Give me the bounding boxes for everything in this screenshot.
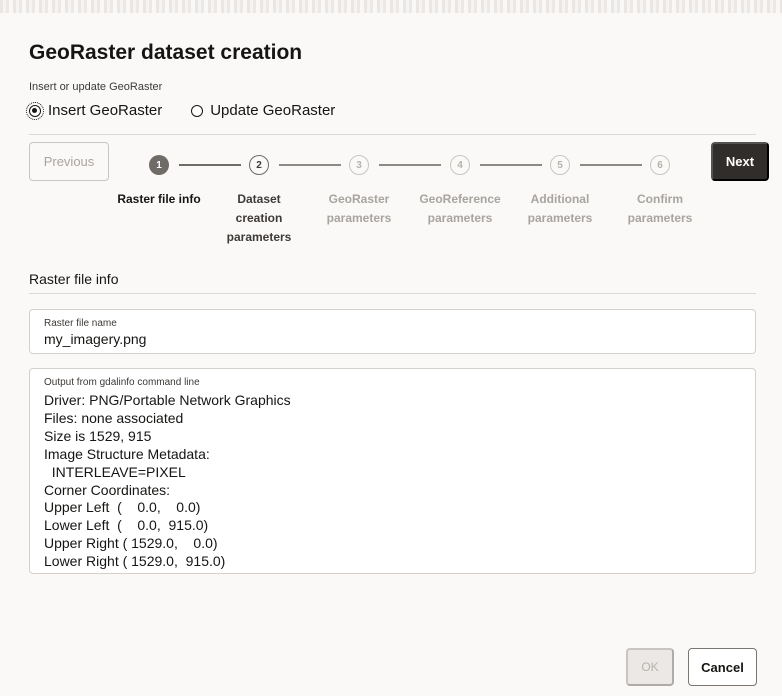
- output-line: Lower Left ( 0.0, 915.0): [44, 517, 209, 534]
- next-button[interactable]: Next: [711, 142, 769, 181]
- output-line: Corner Coordinates:: [44, 481, 171, 498]
- step-4-circle: 4: [450, 155, 470, 175]
- output-line: Lower Right ( 1529.0, 915.0): [44, 553, 226, 570]
- dialog-top-edge: [0, 0, 782, 17]
- step-connector: [379, 164, 441, 166]
- output-line: Driver: PNG/Portable Network Graphics: [44, 392, 291, 408]
- step-5-label: Additional parameters: [527, 192, 593, 225]
- step-2-label[interactable]: Dataset creation parameters: [209, 190, 309, 247]
- output-line: Files: none associated: [44, 409, 184, 426]
- gdalinfo-output-label: Output from gdalinfo command line: [44, 377, 200, 388]
- step-connector: [279, 164, 341, 166]
- cancel-button[interactable]: Cancel: [688, 648, 757, 686]
- step-connector: [480, 164, 542, 166]
- output-line: Size is 1529, 915: [44, 427, 152, 444]
- step-3-label: GeoRaster parameters: [326, 192, 392, 225]
- wizard-train: 1 2 3 4 5 6 Raster file info Dataset cre…: [0, 155, 782, 255]
- output-line: Upper Right ( 1529.0, 0.0): [44, 535, 218, 552]
- step-6-label: Confirm parameters: [627, 192, 693, 225]
- step-2-circle[interactable]: 2: [249, 155, 269, 175]
- raster-file-name-label: Raster file name: [44, 318, 117, 329]
- step-1-circle[interactable]: 1: [149, 155, 169, 175]
- update-georaster-radio[interactable]: Update GeoRaster: [191, 102, 335, 119]
- divider: [29, 293, 756, 294]
- step-connector: [580, 164, 642, 166]
- output-line: Image Structure Metadata:: [44, 445, 210, 462]
- gdalinfo-output-text: Driver: PNG/Portable Network Graphics Fi…: [44, 392, 291, 571]
- output-line: INTERLEAVE=PIXEL: [44, 463, 186, 480]
- mode-group-label: Insert or update GeoRaster: [29, 81, 163, 93]
- raster-file-name-field[interactable]: Raster file name my_imagery.png: [29, 309, 756, 354]
- update-georaster-label: Update GeoRaster: [210, 102, 336, 119]
- radio-checked-icon: [26, 101, 44, 120]
- step-6-circle: 6: [650, 155, 670, 175]
- step-connector: [179, 164, 241, 166]
- insert-georaster-label: Insert GeoRaster: [48, 102, 163, 119]
- output-line: Upper Left ( 0.0, 0.0): [44, 499, 201, 516]
- gdalinfo-output-field[interactable]: Output from gdalinfo command line Driver…: [29, 368, 756, 574]
- raster-file-name-value[interactable]: my_imagery.png: [44, 331, 146, 347]
- step-1-label[interactable]: Raster file info: [109, 190, 209, 209]
- radio-unchecked-icon: [191, 104, 204, 117]
- step-4-label: GeoReference parameters: [419, 192, 501, 225]
- divider: [29, 134, 756, 135]
- section-heading: Raster file info: [29, 271, 119, 287]
- ok-button[interactable]: OK: [626, 648, 674, 686]
- mode-radio-group: Insert GeoRaster Update GeoRaster: [26, 101, 364, 120]
- dialog-title: GeoRaster dataset creation: [29, 41, 303, 64]
- step-3-circle: 3: [349, 155, 369, 175]
- insert-georaster-radio[interactable]: Insert GeoRaster: [26, 101, 163, 120]
- step-5-circle: 5: [550, 155, 570, 175]
